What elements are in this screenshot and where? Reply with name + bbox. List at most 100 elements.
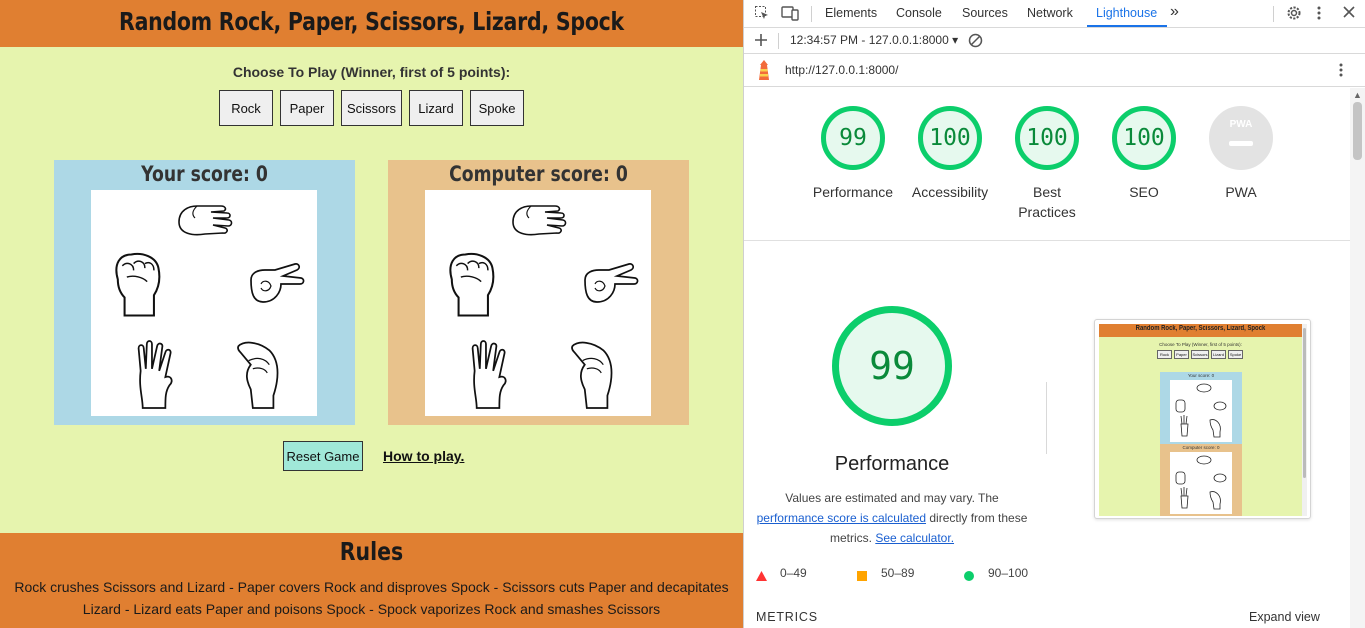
- lizard-hand-icon: [563, 340, 623, 410]
- rules-text: Rock crushes Scissors and Lizard - Paper…: [14, 579, 729, 617]
- active-tab-indicator: [1087, 25, 1167, 27]
- metrics-heading: METRICS: [756, 610, 818, 624]
- performance-big-gauge: 99: [832, 306, 952, 426]
- devtools-panel: Elements Console Sources Network Lightho…: [743, 0, 1365, 628]
- tabbar-divider: [811, 6, 812, 22]
- seo-gauge[interactable]: 100: [1112, 106, 1176, 170]
- big-gauge-value: 99: [869, 344, 915, 388]
- thumbnail-hands-icon: [1175, 455, 1227, 510]
- legend-range: 50–89: [881, 566, 915, 580]
- report-select[interactable]: 12:34:57 PM - 127.0.0.1:8000 ▾: [790, 33, 958, 47]
- thumbnail-title: Random Rock, Paper, Scissors, Lizard, Sp…: [1135, 325, 1266, 332]
- spock-hand-icon: [457, 340, 517, 410]
- thumbnail-choose-label: Choose To Play (Winner, first of 5 point…: [1159, 342, 1242, 347]
- scissors-hand-icon: [579, 260, 639, 330]
- see-calculator-link[interactable]: See calculator.: [875, 531, 954, 545]
- accessibility-gauge[interactable]: 100: [918, 106, 982, 170]
- device-toolbar-icon[interactable]: [781, 5, 799, 25]
- fail-triangle-icon: [756, 568, 767, 586]
- thumbnail-computer-score: Computer score: 0: [1182, 445, 1220, 450]
- toolbar-divider: [778, 33, 779, 49]
- clear-icon[interactable]: [968, 33, 983, 52]
- note-text: Values are estimated and may vary. The: [785, 491, 999, 505]
- computer-score-panel: Computer score: 0: [388, 160, 689, 425]
- gauge-label: Performance: [812, 184, 894, 200]
- paper-hand-icon: [175, 198, 235, 268]
- add-icon[interactable]: [754, 33, 768, 51]
- tab-elements[interactable]: Elements: [825, 6, 877, 20]
- spock-button[interactable]: Spoke: [470, 90, 524, 126]
- gauge-value: 99: [839, 125, 867, 151]
- thumbnail-choice: Paper: [1174, 350, 1189, 359]
- settings-icon[interactable]: [1286, 5, 1302, 25]
- thumbnail-choice: Scissors: [1191, 350, 1209, 359]
- thumbnail-choice: Spoke: [1228, 350, 1243, 359]
- devtools-scrollbar[interactable]: ▲: [1350, 88, 1365, 628]
- close-icon[interactable]: [1342, 5, 1356, 23]
- paper-button[interactable]: Paper: [280, 90, 334, 126]
- rock-button[interactable]: Rock: [219, 90, 273, 126]
- inspect-icon[interactable]: [754, 5, 770, 25]
- performance-gauge[interactable]: 99: [821, 106, 885, 170]
- devtools-scroll-thumb[interactable]: [1353, 102, 1362, 160]
- how-to-play-link[interactable]: How to play.: [383, 448, 464, 464]
- thumbnail-scroll-thumb: [1303, 328, 1306, 478]
- gauge-label: Accessibility: [911, 184, 989, 200]
- devtools-tabbar: Elements Console Sources Network Lightho…: [744, 0, 1365, 28]
- tab-network[interactable]: Network: [1027, 6, 1073, 20]
- thumbnail-choice: Lizard: [1211, 350, 1226, 359]
- player-score-panel: Your score: 0: [54, 160, 355, 425]
- paper-hand-icon: [509, 198, 569, 268]
- tabbar-divider: [1273, 6, 1274, 22]
- thumbnail-choice: Rock: [1157, 350, 1172, 359]
- gauge-label: PWA: [1225, 184, 1257, 200]
- scroll-up-icon[interactable]: ▲: [1353, 90, 1362, 100]
- more-tabs-icon[interactable]: »: [1170, 3, 1179, 21]
- legend-range: 0–49: [780, 566, 807, 580]
- lighthouse-icon: [756, 59, 772, 85]
- gauge-label: Best Practices: [1018, 184, 1076, 220]
- page-screenshot-thumbnail[interactable]: Random Rock, Paper, Scissors, Lizard, Sp…: [1094, 319, 1311, 519]
- tab-console[interactable]: Console: [896, 6, 942, 20]
- score-legend: 0–49 50–89 90–100: [756, 566, 1336, 582]
- tab-sources[interactable]: Sources: [962, 6, 1008, 20]
- reset-game-button[interactable]: Reset Game: [283, 441, 363, 471]
- choose-label: Choose To Play (Winner, first of 5 point…: [232, 64, 511, 80]
- player-hands-board: [91, 190, 317, 416]
- thumbnail-hands-icon: [1175, 383, 1227, 438]
- computer-hands-board: [425, 190, 651, 416]
- average-square-icon: [857, 568, 867, 586]
- thumbnail-hands-board: [1170, 452, 1232, 514]
- pwa-gauge[interactable]: PWA: [1209, 106, 1273, 170]
- thumbnail-player-score: Your score: 0: [1187, 373, 1215, 378]
- vertical-separator: [1046, 382, 1047, 454]
- legend-range: 90–100: [988, 566, 1029, 580]
- more-options-icon[interactable]: [1316, 5, 1322, 25]
- performance-title: Performance: [834, 453, 950, 475]
- scissors-hand-icon: [245, 260, 305, 330]
- thumbnail-computer-panel: Computer score: 0: [1160, 444, 1242, 516]
- report-url-bar: http://127.0.0.1:8000/: [744, 54, 1365, 87]
- section-divider: [744, 240, 1350, 241]
- report-url: http://127.0.0.1:8000/: [785, 63, 899, 77]
- more-options-icon[interactable]: [1338, 62, 1344, 82]
- page-title: Random Rock, Paper, Scissors, Lizard, Sp…: [119, 7, 624, 36]
- score-calculated-link[interactable]: performance score is calculated: [757, 511, 926, 525]
- expand-view-toggle[interactable]: Expand view: [1249, 610, 1320, 624]
- computer-score: Computer score: 0: [449, 162, 628, 186]
- thumbnail-hands-board: [1170, 380, 1232, 442]
- scissors-button[interactable]: Scissors: [341, 90, 402, 126]
- game-header: Random Rock, Paper, Scissors, Lizard, Sp…: [0, 0, 743, 47]
- lizard-hand-icon: [229, 340, 289, 410]
- game-page: Random Rock, Paper, Scissors, Lizard, Sp…: [0, 0, 743, 628]
- lizard-button[interactable]: Lizard: [409, 90, 463, 126]
- thumbnail-page: Random Rock, Paper, Scissors, Lizard, Sp…: [1099, 324, 1302, 516]
- thumbnail-header: Random Rock, Paper, Scissors, Lizard, Sp…: [1099, 324, 1302, 337]
- thumbnail-scrollbar: [1302, 324, 1307, 516]
- gauge-value: 100: [929, 125, 971, 151]
- tab-lighthouse[interactable]: Lighthouse: [1096, 6, 1157, 20]
- gauge-value: 100: [1123, 125, 1165, 151]
- gauge-label: SEO: [1129, 184, 1159, 200]
- rules-section: Rules Rock crushes Scissors and Lizard -…: [0, 533, 743, 628]
- best-practices-gauge[interactable]: 100: [1015, 106, 1079, 170]
